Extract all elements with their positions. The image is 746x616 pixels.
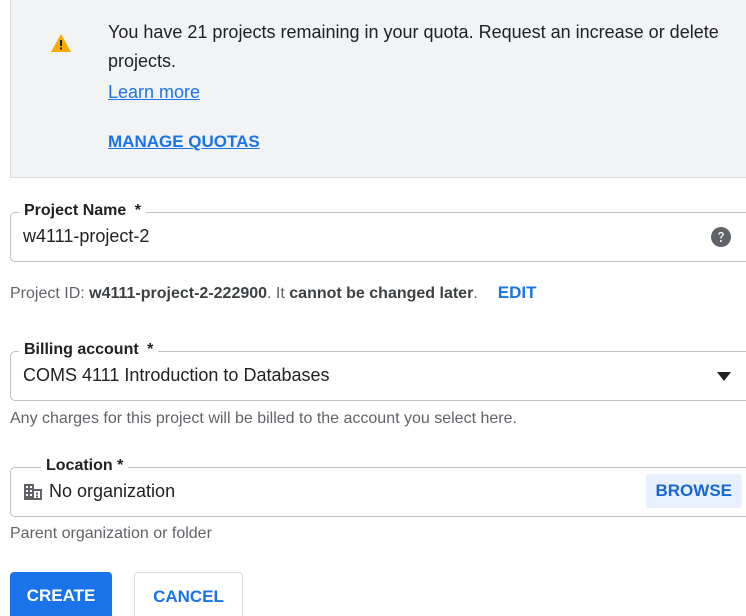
billing-account-field[interactable]: Billing account * COMS 4111 Introduction…: [10, 339, 746, 401]
create-button[interactable]: CREATE: [10, 572, 112, 616]
learn-more-link[interactable]: Learn more: [108, 79, 200, 105]
location-value: No organization: [49, 481, 176, 501]
project-name-input[interactable]: w4111-project-2: [23, 224, 149, 248]
location-hint: Parent organization or folder: [10, 525, 212, 542]
create-project-form: You have 21 projects remaining in your q…: [0, 0, 746, 616]
required-mark: *: [147, 341, 154, 358]
project-name-label: Project Name *: [19, 200, 146, 222]
help-circle-icon[interactable]: [711, 227, 731, 247]
project-id-hint: Project ID: w4111-project-2-222900. It c…: [10, 283, 537, 302]
warning-icon: [51, 34, 71, 52]
quota-banner: You have 21 projects remaining in your q…: [10, 0, 746, 178]
browse-button[interactable]: BROWSE: [645, 474, 742, 508]
project-name-field[interactable]: Project Name * w4111-project-2: [10, 200, 746, 262]
quota-message: You have 21 projects remaining in your q…: [108, 22, 719, 71]
project-id-value: w4111-project-2-222900: [89, 285, 268, 302]
location-field[interactable]: Location * No organization BROWSE: [10, 455, 746, 517]
manage-quotas-link[interactable]: MANAGE QUOTAS: [108, 130, 260, 154]
billing-account-label: Billing account *: [19, 339, 159, 361]
location-label: Location *: [41, 455, 129, 477]
billing-hint: Any charges for this project will be bil…: [10, 410, 517, 427]
organization-icon: [24, 484, 42, 500]
caret-down-icon[interactable]: [717, 372, 731, 381]
edit-project-id-button[interactable]: EDIT: [498, 283, 537, 302]
required-mark: *: [134, 202, 141, 219]
cancel-button[interactable]: CANCEL: [134, 572, 243, 616]
billing-account-select[interactable]: COMS 4111 Introduction to Databases: [23, 363, 330, 387]
